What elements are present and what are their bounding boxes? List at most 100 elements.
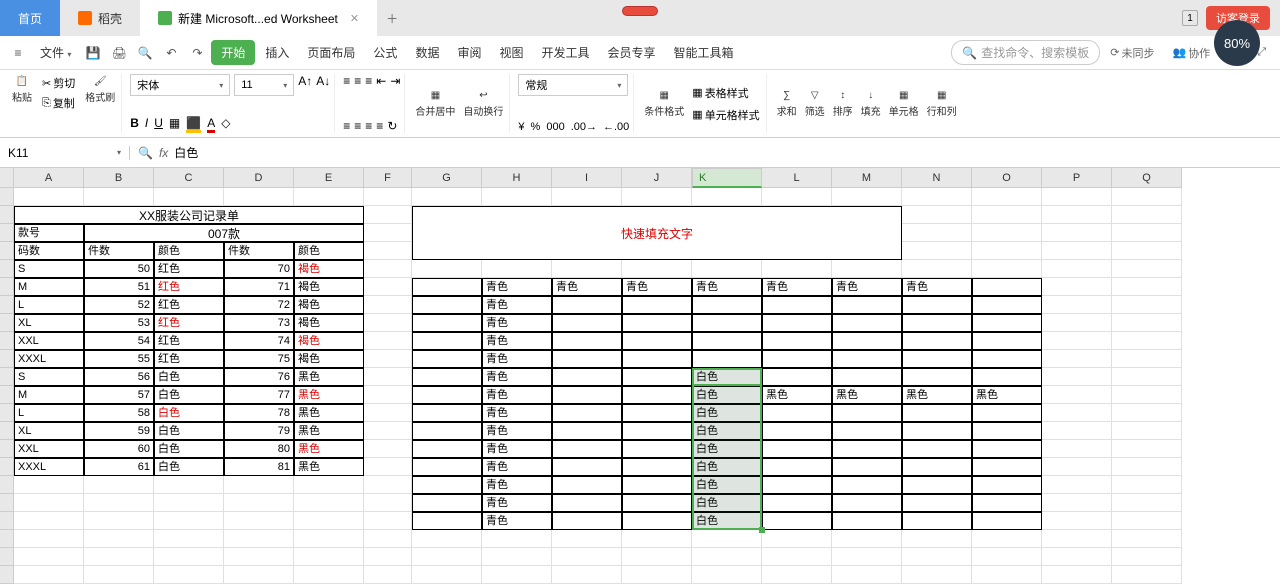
cell-H16[interactable]: 青色 [482, 458, 552, 476]
cell-L15[interactable] [762, 440, 832, 458]
cell-E15[interactable]: 黑色 [294, 440, 364, 458]
cell-F22[interactable] [364, 566, 412, 584]
number-format-select[interactable]: 常规▾ [518, 74, 628, 96]
cell-P16[interactable] [1042, 458, 1112, 476]
row-header-14[interactable] [0, 422, 14, 440]
cell-H11[interactable]: 青色 [482, 368, 552, 386]
clear-format-button[interactable]: ◇ [221, 116, 230, 133]
select-all-corner[interactable] [0, 168, 14, 188]
cell-K21[interactable] [692, 548, 762, 566]
cell-D19[interactable] [224, 512, 294, 530]
cell-P2[interactable] [1042, 206, 1112, 224]
cell-H5[interactable] [482, 260, 552, 278]
cell-J16[interactable] [622, 458, 692, 476]
cell-C16[interactable]: 白色 [154, 458, 224, 476]
cell-B10[interactable]: 55 [84, 350, 154, 368]
cell-D10[interactable]: 75 [224, 350, 294, 368]
col-header-N[interactable]: N [902, 168, 972, 188]
cell-I6[interactable]: 青色 [552, 278, 622, 296]
cell-K5[interactable] [692, 260, 762, 278]
cell-N2[interactable] [902, 206, 972, 224]
row-header-19[interactable] [0, 512, 14, 530]
cell-M19[interactable] [832, 512, 902, 530]
cell-O22[interactable] [972, 566, 1042, 584]
cell-N7[interactable] [902, 296, 972, 314]
main-title-merged[interactable]: XX服装公司记录单 [14, 206, 364, 224]
cell-F7[interactable] [364, 296, 412, 314]
cell-D9[interactable]: 74 [224, 332, 294, 350]
menu-公式[interactable]: 公式 [365, 40, 405, 65]
formula-input[interactable] [174, 146, 1272, 160]
cell-O9[interactable] [972, 332, 1042, 350]
cell-E17[interactable] [294, 476, 364, 494]
cell-L1[interactable] [762, 188, 832, 206]
print-icon[interactable]: 🖨 [107, 41, 131, 65]
indent-decrease-icon[interactable]: ⇤ [376, 74, 386, 88]
cell-N14[interactable] [902, 422, 972, 440]
cell-B1[interactable] [84, 188, 154, 206]
cell-M13[interactable] [832, 404, 902, 422]
cell-Q5[interactable] [1112, 260, 1182, 278]
menu-开发工具[interactable]: 开发工具 [533, 40, 597, 65]
cell-M6[interactable]: 青色 [832, 278, 902, 296]
cell-A20[interactable] [14, 530, 84, 548]
cell-F2[interactable] [364, 206, 412, 224]
row-header-3[interactable] [0, 224, 14, 242]
col-header-I[interactable]: I [552, 168, 622, 188]
sync-status[interactable]: ⟳ 未同步 [1102, 45, 1162, 61]
cell-P12[interactable] [1042, 386, 1112, 404]
cell-C18[interactable] [154, 494, 224, 512]
cells-button[interactable]: ▦单元格 [887, 88, 921, 120]
cell-F17[interactable] [364, 476, 412, 494]
cell-N16[interactable] [902, 458, 972, 476]
cond-format-button[interactable]: ▦条件格式 [642, 88, 686, 120]
undo-icon[interactable]: ↶ [159, 41, 183, 65]
cell-N22[interactable] [902, 566, 972, 584]
cell-J22[interactable] [622, 566, 692, 584]
cell-F4[interactable] [364, 242, 412, 260]
cell-K18[interactable]: 白色 [692, 494, 762, 512]
cell-Q11[interactable] [1112, 368, 1182, 386]
cell-K14[interactable]: 白色 [692, 422, 762, 440]
cell-E12[interactable]: 黑色 [294, 386, 364, 404]
cell-C13[interactable]: 白色 [154, 404, 224, 422]
cell-G18[interactable] [412, 494, 482, 512]
cell-L16[interactable] [762, 458, 832, 476]
menu-审阅[interactable]: 审阅 [449, 40, 489, 65]
cell-K8[interactable] [692, 314, 762, 332]
cell-L21[interactable] [762, 548, 832, 566]
cell-A17[interactable] [14, 476, 84, 494]
cell-E9[interactable]: 褐色 [294, 332, 364, 350]
row-header-1[interactable] [0, 188, 14, 206]
cell-D17[interactable] [224, 476, 294, 494]
cell-I9[interactable] [552, 332, 622, 350]
cell-F13[interactable] [364, 404, 412, 422]
cell-A12[interactable]: M [14, 386, 84, 404]
cell-H15[interactable]: 青色 [482, 440, 552, 458]
cell-E6[interactable]: 褐色 [294, 278, 364, 296]
cell-H20[interactable] [482, 530, 552, 548]
cell-H10[interactable]: 青色 [482, 350, 552, 368]
cell-J1[interactable] [622, 188, 692, 206]
cell-E11[interactable]: 黑色 [294, 368, 364, 386]
cell-I1[interactable] [552, 188, 622, 206]
cell-J20[interactable] [622, 530, 692, 548]
cell-C17[interactable] [154, 476, 224, 494]
row-header-5[interactable] [0, 260, 14, 278]
cell-G15[interactable] [412, 440, 482, 458]
cell-O13[interactable] [972, 404, 1042, 422]
row-header-10[interactable] [0, 350, 14, 368]
cell-H21[interactable] [482, 548, 552, 566]
cell-N17[interactable] [902, 476, 972, 494]
cell-F18[interactable] [364, 494, 412, 512]
cell-Q16[interactable] [1112, 458, 1182, 476]
cell-N8[interactable] [902, 314, 972, 332]
cell-Q10[interactable] [1112, 350, 1182, 368]
cell-P4[interactable] [1042, 242, 1112, 260]
cell-F6[interactable] [364, 278, 412, 296]
cell-K16[interactable]: 白色 [692, 458, 762, 476]
cell-Q7[interactable] [1112, 296, 1182, 314]
cell-B18[interactable] [84, 494, 154, 512]
cell-A11[interactable]: S [14, 368, 84, 386]
cell-J18[interactable] [622, 494, 692, 512]
